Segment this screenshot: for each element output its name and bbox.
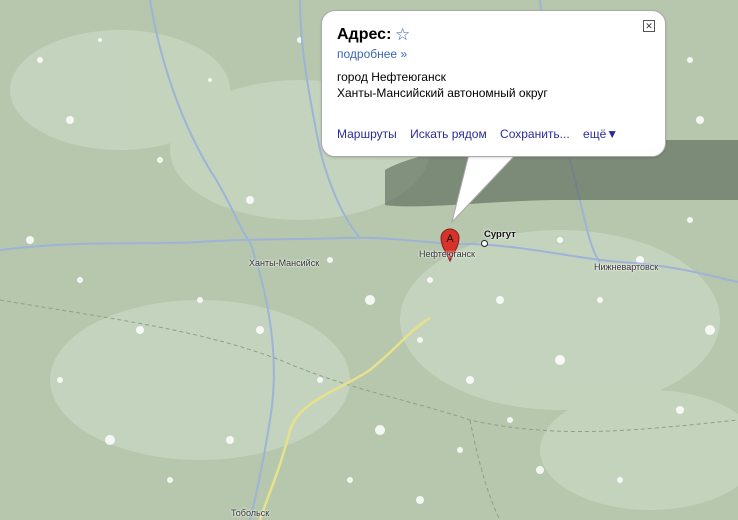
info-window-title: Адрес: — [337, 26, 392, 43]
marker-label: A — [446, 233, 454, 245]
city-label-surgut: Сургут — [484, 229, 516, 240]
address-line-region: Ханты-Мансийский автономный округ — [337, 86, 548, 100]
info-window: Адрес: ☆ подробнее » город Нефтеюганск Х… — [321, 10, 666, 157]
save-link[interactable]: Сохранить... — [500, 127, 570, 141]
close-icon[interactable]: ✕ — [643, 20, 655, 32]
city-label-nizhnevartovsk: Нижневартовск — [594, 262, 659, 272]
details-link[interactable]: подробнее » — [337, 47, 407, 61]
address-line-city: город Нефтеюганск — [337, 70, 446, 84]
city-label-nefteyugansk: Нефтеюганск — [419, 249, 475, 259]
city-dot-surgut — [481, 240, 488, 247]
city-label-tobolsk: Тобольск — [231, 508, 270, 518]
address-block: город Нефтеюганск Ханты-Мансийский автон… — [337, 69, 548, 101]
search-nearby-link[interactable]: Искать рядом — [410, 127, 487, 141]
action-links: Маршруты Искать рядом Сохранить... ещё▼ — [337, 127, 628, 141]
more-menu-link[interactable]: ещё▼ — [583, 127, 618, 141]
city-label-khanty-mansiysk: Ханты-Мансийск — [249, 258, 320, 268]
star-icon[interactable]: ☆ — [395, 25, 410, 45]
routes-link[interactable]: Маршруты — [337, 127, 397, 141]
